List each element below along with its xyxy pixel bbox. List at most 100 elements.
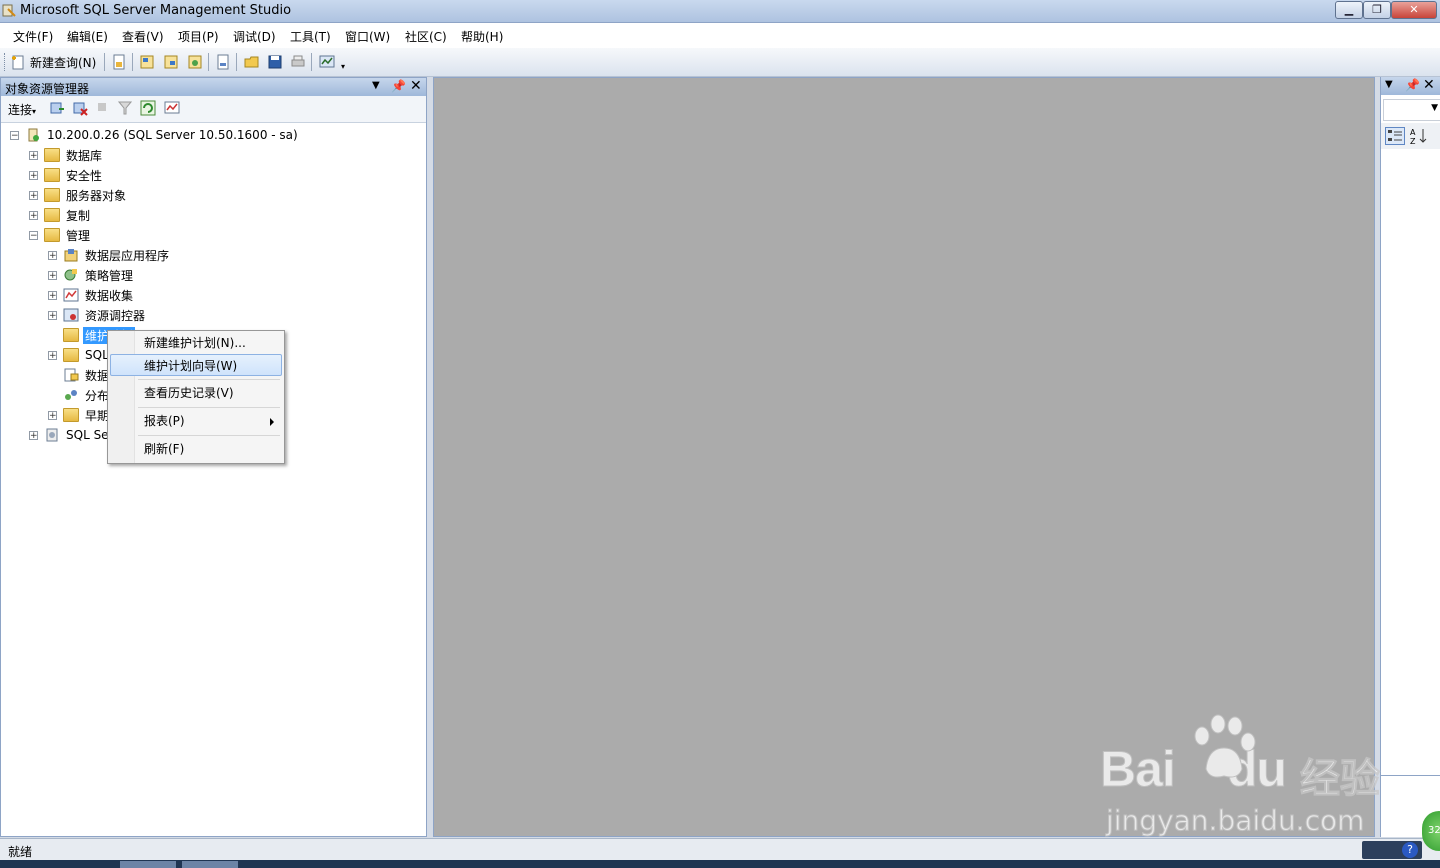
panel-dropdown-icon[interactable]: ▼: [1385, 79, 1393, 90]
menu-view[interactable]: 查看(V): [116, 27, 170, 46]
expand-icon[interactable]: +: [48, 270, 57, 280]
menu-item-new-maintenance-plan[interactable]: 新建维护计划(N)...: [110, 332, 282, 354]
activity-monitor-icon[interactable]: [318, 53, 336, 71]
toolbar-overflow-icon[interactable]: ▾: [341, 62, 345, 71]
menu-community[interactable]: 社区(C): [399, 27, 453, 46]
menu-item-maintenance-plan-wizard[interactable]: 维护计划向导(W): [110, 354, 282, 376]
watermark-url: jingyan.baidu.com: [1105, 804, 1365, 838]
panel-close-icon[interactable]: ✕: [1423, 77, 1435, 93]
tree-node-replication[interactable]: + 复制: [29, 206, 92, 224]
submenu-arrow-icon: [270, 418, 274, 426]
activity-monitor-small-icon[interactable]: [164, 100, 180, 116]
menu-item-reports[interactable]: 报表(P): [110, 410, 282, 432]
filter-icon[interactable]: [118, 100, 132, 116]
tree-node-label: 安全性: [66, 168, 103, 183]
expand-icon[interactable]: +: [48, 310, 57, 320]
tree-node-distributed-transaction[interactable]: 分布: [63, 386, 111, 404]
tree-node-server[interactable]: − 10.200.0.26 (SQL Server 10.50.1600 - s…: [10, 126, 300, 144]
help-icon[interactable]: ?: [1402, 842, 1418, 858]
toolbar-grip[interactable]: [4, 53, 7, 71]
close-window-button[interactable]: ✕: [1391, 1, 1437, 19]
panel-close-icon[interactable]: ✕: [410, 78, 422, 94]
folder-icon: [44, 148, 60, 162]
expand-icon[interactable]: +: [29, 150, 38, 160]
collapse-icon[interactable]: −: [10, 130, 19, 140]
pin-icon[interactable]: 📌: [391, 79, 406, 93]
menu-item-label: 维护计划向导(W): [144, 359, 238, 373]
connect-object-explorer-icon[interactable]: [49, 100, 65, 116]
tree-node-security[interactable]: + 安全性: [29, 166, 104, 184]
collapse-icon[interactable]: −: [29, 230, 38, 240]
menu-file[interactable]: 文件(F): [7, 27, 59, 46]
pin-icon[interactable]: 📌: [1405, 78, 1420, 92]
menu-item-label: 报表(P): [144, 414, 185, 428]
connect-label: 连接: [8, 103, 33, 117]
expand-icon[interactable]: +: [29, 170, 38, 180]
folder-icon: [63, 348, 79, 362]
print-icon[interactable]: [289, 53, 307, 71]
maximize-button[interactable]: ❐: [1363, 1, 1391, 19]
tree-node-databases[interactable]: + 数据库: [29, 146, 104, 164]
tree-node-server-objects[interactable]: + 服务器对象: [29, 186, 128, 204]
menu-item-label: 查看历史记录(V): [144, 386, 234, 400]
resource-governor-icon: [63, 308, 79, 322]
tree-node-database-mail[interactable]: 数据: [63, 366, 111, 384]
categorized-icon[interactable]: [1385, 127, 1405, 145]
menu-separator: [138, 435, 280, 436]
floating-badge[interactable]: 32: [1422, 811, 1440, 851]
tree-node-data-collection[interactable]: + 数据收集: [48, 286, 135, 304]
connect-button[interactable]: 连接▾: [8, 101, 36, 118]
expand-icon[interactable]: +: [48, 290, 57, 300]
panel-dropdown-icon[interactable]: ▼: [372, 80, 380, 91]
open-file-icon[interactable]: [243, 53, 261, 71]
menu-separator: [138, 407, 280, 408]
taskbar-item[interactable]: [120, 861, 176, 868]
tree-node-resource-governor[interactable]: + 资源调控器: [48, 306, 147, 324]
expand-icon[interactable]: +: [29, 210, 38, 220]
policy-icon: [64, 269, 77, 281]
menu-tools[interactable]: 工具(T): [284, 27, 337, 46]
tree-node-sql-server-agent[interactable]: + SQL Se: [29, 426, 111, 444]
expand-icon[interactable]: +: [29, 190, 38, 200]
menu-window[interactable]: 窗口(W): [339, 27, 396, 46]
save-icon[interactable]: [266, 53, 284, 71]
menu-item-refresh[interactable]: 刷新(F): [110, 438, 282, 460]
minimize-button[interactable]: ▁: [1335, 1, 1363, 19]
object-selector-dropdown[interactable]: ▼: [1383, 99, 1440, 121]
analysis-dmx-query-icon[interactable]: [162, 53, 180, 71]
expand-icon[interactable]: +: [48, 350, 57, 360]
data-collection-icon: [63, 288, 79, 302]
ssms-app-icon: [2, 4, 16, 17]
menu-project[interactable]: 项目(P): [172, 27, 225, 46]
alphabetical-sort-icon[interactable]: AZ: [1409, 127, 1429, 145]
expand-icon[interactable]: +: [29, 430, 38, 440]
server-icon: [28, 128, 39, 142]
tree-node-policy-management[interactable]: + 策略管理: [48, 266, 135, 284]
menu-debug[interactable]: 调试(D): [227, 27, 282, 46]
menu-bar: 文件(F) 编辑(E) 查看(V) 项目(P) 调试(D) 工具(T) 窗口(W…: [0, 23, 1440, 48]
tree-node-legacy[interactable]: + 早期: [48, 406, 111, 424]
folder-icon: [63, 328, 79, 342]
database-engine-query-icon[interactable]: [110, 53, 128, 71]
tree-node-sql-server-logs[interactable]: + SQL: [48, 346, 111, 364]
expand-icon[interactable]: +: [48, 410, 57, 420]
analysis-mdx-query-icon[interactable]: [138, 53, 156, 71]
disconnect-icon[interactable]: [72, 100, 88, 116]
tree-node-management[interactable]: − 管理: [29, 226, 92, 244]
stop-icon[interactable]: [96, 101, 108, 113]
taskbar-item[interactable]: [182, 861, 238, 868]
menu-edit[interactable]: 编辑(E): [61, 27, 114, 46]
properties-toolbar: AZ: [1381, 123, 1440, 149]
menu-item-view-history[interactable]: 查看历史记录(V): [110, 382, 282, 404]
analysis-xmla-query-icon[interactable]: [186, 53, 204, 71]
sql-compact-query-icon[interactable]: [214, 53, 232, 71]
new-query-button[interactable]: 新建查询(N): [10, 52, 96, 72]
agent-icon: [46, 428, 58, 442]
data-tier-app-icon: [64, 249, 78, 262]
object-explorer-toolbar: 连接▾: [1, 96, 426, 123]
menu-help[interactable]: 帮助(H): [455, 27, 509, 46]
refresh-icon[interactable]: [140, 100, 156, 116]
tree-node-data-tier-apps[interactable]: + 数据层应用程序: [48, 246, 171, 264]
tree-node-label: 数据层应用程序: [85, 248, 170, 263]
expand-icon[interactable]: +: [48, 250, 57, 260]
